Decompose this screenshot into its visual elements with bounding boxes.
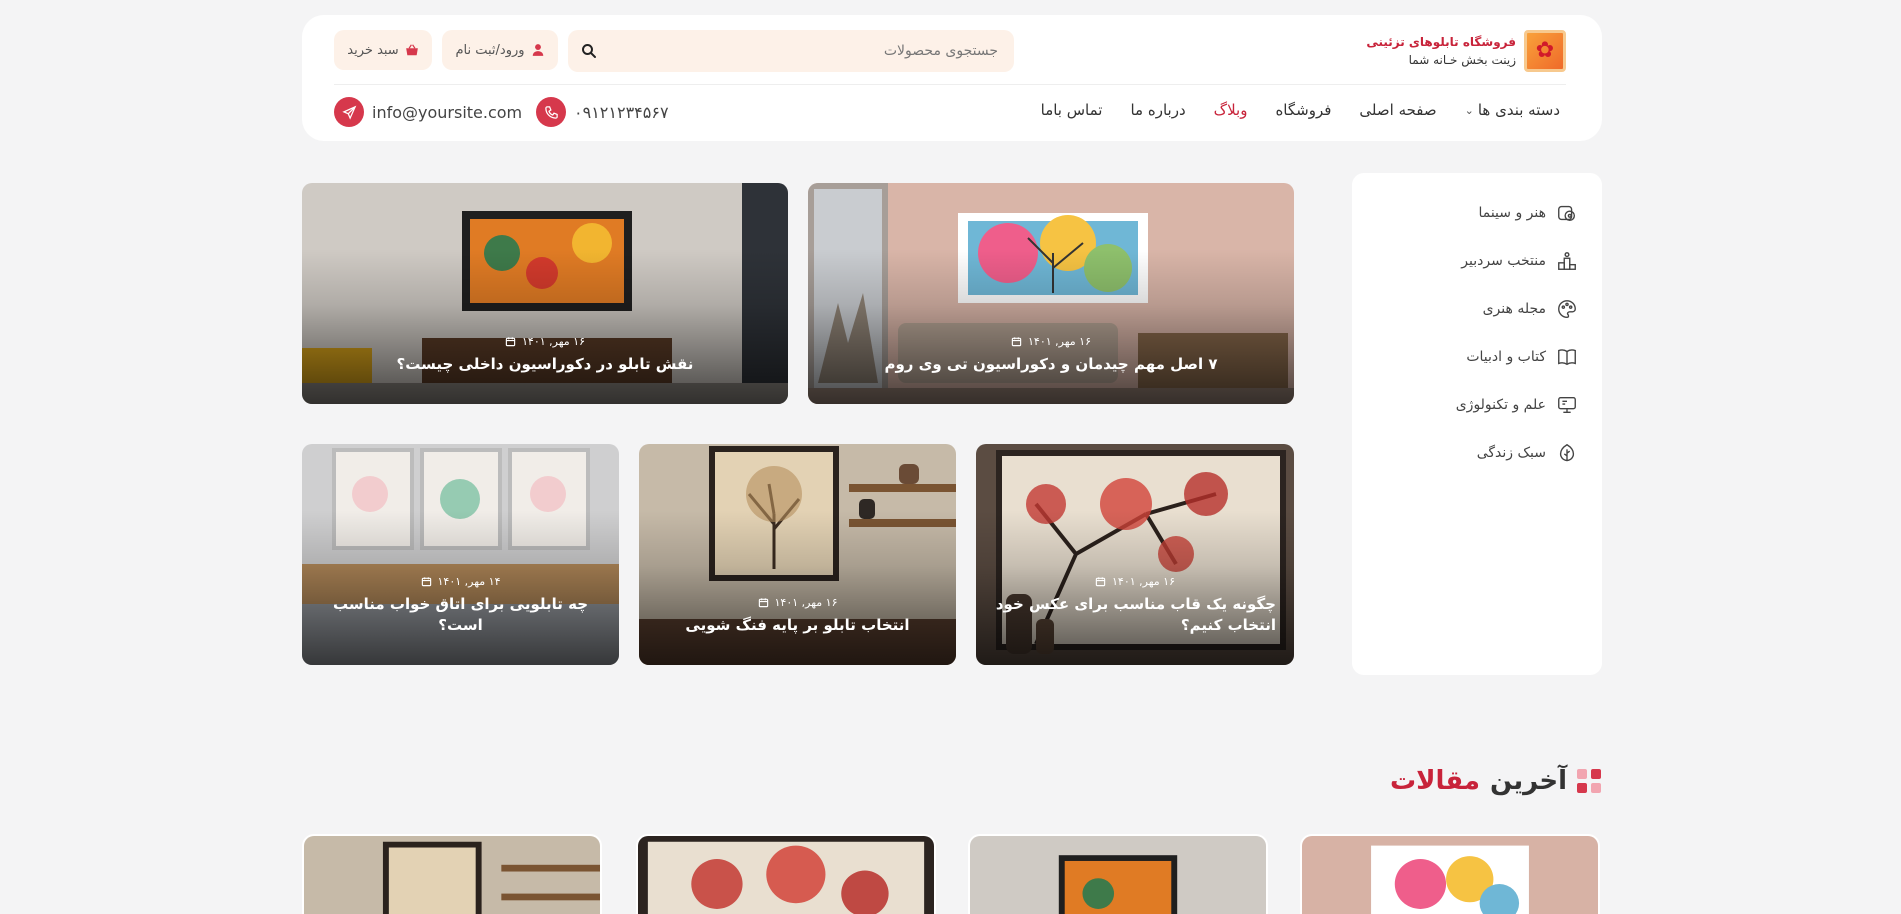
main-nav: دسته بندی ها ⌄ صفحه اصلی فروشگاه وبلاگ د… [1041,101,1560,119]
nav-label: دسته بندی ها [1477,101,1560,119]
post-date: ۱۶ مهر, ۱۴۰۱ [994,575,1276,588]
header-divider [334,84,1566,85]
logo-subtitle: زینت بخش خـانه شما [1408,53,1516,67]
post-date-text: ۱۶ مهر, ۱۴۰۱ [522,335,585,349]
podium-icon [1558,252,1576,270]
category-sidebar: هنر و سینما منتخب سردبیر مجله هنری کتاب … [1352,173,1602,675]
nav-label: فروشگاه [1275,101,1332,119]
post-title: انتخاب تابلو بر پایه فنگ شویی [685,616,910,635]
phone-contact[interactable]: ۰۹۱۲۱۲۳۴۵۶۷ [536,97,669,127]
post-date-text: ۱۶ مهر, ۱۴۰۱ [1112,574,1175,588]
post-date: ۱۶ مهر, ۱۴۰۱ [826,335,1276,348]
article-thumbnail[interactable] [636,834,936,914]
search-icon[interactable] [580,42,598,60]
nav-label: صفحه اصلی [1359,101,1437,119]
nav-contact[interactable]: تماس باما [1041,101,1103,119]
sidebar-item-label: هنر و سینما [1478,205,1546,221]
article-thumbnail[interactable] [968,834,1268,914]
send-icon [334,97,364,127]
logo-flower-icon: ✿ [1524,30,1566,72]
featured-post-card[interactable]: ۱۶ مهر, ۱۴۰۱ انتخاب تابلو بر پایه فنگ شو… [639,444,956,665]
leaf-icon [1559,443,1575,462]
post-date: ۱۶ مهر, ۱۴۰۱ [657,596,938,609]
nav-categories[interactable]: دسته بندی ها ⌄ [1465,101,1560,119]
login-button[interactable]: ورود/ثبت نام [442,30,558,70]
sidebar-item-books[interactable]: کتاب و ادبیات [1352,333,1602,381]
featured-post-card[interactable]: ۱۴ مهر, ۱۴۰۱ چه تابلویی برای اتاق خواب م… [302,444,619,665]
post-date-text: ۱۶ مهر, ۱۴۰۱ [1028,335,1091,349]
computer-icon [1558,396,1576,414]
sidebar-item-label: مجله هنری [1482,301,1546,317]
nav-label: درباره ما [1130,101,1186,119]
nav-home[interactable]: صفحه اصلی [1359,101,1436,119]
calendar-icon [1095,576,1106,586]
nav-blog[interactable]: وبلاگ [1214,101,1248,119]
sidebar-item-art-magazine[interactable]: مجله هنری [1352,285,1602,333]
user-icon [532,44,543,56]
email-address: info@yoursite.com [372,102,523,122]
site-logo[interactable]: ✿ فروشگاه تابلوهای تزئینی زینت بخش خـانه… [1366,30,1566,72]
post-date-text: ۱۴ مهر, ۱۴۰۱ [437,574,501,588]
thumbnail-image [1302,836,1598,914]
article-thumbnail[interactable] [1300,834,1600,914]
phone-number: ۰۹۱۲۱۲۳۴۵۶۷ [574,102,669,122]
sidebar-item-lifestyle[interactable]: سبک زندگی [1352,429,1602,477]
sidebar-item-label: سبک زندگی [1476,445,1546,461]
grid-icon [1577,769,1601,793]
phone-icon [536,97,566,127]
section-title-accent: مقالات [1389,766,1481,796]
book-icon [1558,349,1576,366]
thumbnail-image [638,836,934,914]
calendar-icon [421,576,431,586]
basket-icon [405,44,418,56]
film-icon [1558,205,1576,222]
post-title: چگونه یک قاب مناسب برای عکس خود انتخاب ک… [995,594,1276,635]
section-title-main: آخرین [1490,766,1567,796]
post-title: نقش تابلو در دکوراسیون داخلی چیست؟ [396,355,694,374]
cart-button[interactable]: سبد خرید [334,30,432,70]
featured-post-card[interactable]: ۱۶ مهر, ۱۴۰۱ ۷ اصل مهم چیدمان و دکوراسیو… [808,183,1294,404]
palette-icon [1558,300,1576,318]
calendar-icon [1011,337,1022,347]
nav-about[interactable]: درباره ما [1130,101,1185,119]
login-label: ورود/ثبت نام [455,42,525,58]
nav-label: وبلاگ [1213,101,1248,119]
post-date: ۱۶ مهر, ۱۴۰۱ [320,335,770,348]
chevron-down-icon: ⌄ [1464,103,1474,117]
nav-shop[interactable]: فروشگاه [1275,101,1331,119]
nav-label: تماس باما [1040,101,1103,119]
sidebar-item-label: علم و تکنولوژی [1455,397,1546,413]
post-title: ۷ اصل مهم چیدمان و دکوراسیون تی وی روم [884,355,1218,374]
thumbnail-image [304,836,600,914]
cart-label: سبد خرید [347,42,399,58]
sidebar-item-science[interactable]: علم و تکنولوژی [1352,381,1602,429]
calendar-icon [758,598,768,608]
calendar-icon [505,337,516,347]
sidebar-item-label: کتاب و ادبیات [1466,349,1546,365]
post-date-text: ۱۶ مهر, ۱۴۰۱ [774,596,838,610]
logo-title: فروشگاه تابلوهای تزئینی [1366,35,1516,49]
sidebar-item-label: منتخب سردبیر [1461,253,1546,269]
site-header: ✿ فروشگاه تابلوهای تزئینی زینت بخش خـانه… [302,15,1602,141]
latest-articles-heading: آخرین مقالات [1390,766,1601,796]
thumbnail-image [970,836,1266,914]
sidebar-item-art-cinema[interactable]: هنر و سینما [1352,189,1602,237]
search-input[interactable]: جستجوی محصولات [568,30,1014,72]
post-date: ۱۴ مهر, ۱۴۰۱ [320,575,601,588]
email-contact[interactable]: info@yoursite.com [334,97,522,127]
post-title: چه تابلویی برای اتاق خواب مناسب است؟ [332,594,589,635]
search-placeholder: جستجوی محصولات [883,43,998,59]
article-thumbnail[interactable] [302,834,602,914]
featured-post-card[interactable]: ۱۶ مهر, ۱۴۰۱ نقش تابلو در دکوراسیون داخل… [302,183,788,404]
sidebar-item-editors-pick[interactable]: منتخب سردبیر [1352,237,1602,285]
featured-post-card[interactable]: ۱۶ مهر, ۱۴۰۱ چگونه یک قاب مناسب برای عکس… [976,444,1294,665]
